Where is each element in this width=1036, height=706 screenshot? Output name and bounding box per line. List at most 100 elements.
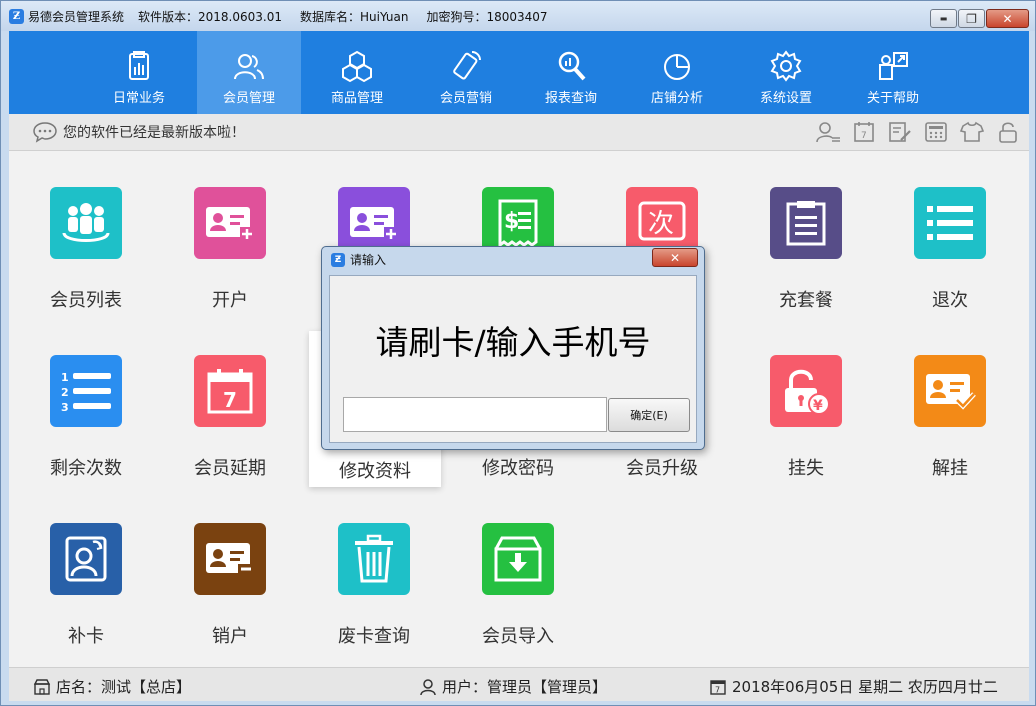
people-group-icon <box>50 187 122 259</box>
svg-text:次: 次 <box>648 209 674 239</box>
phone-icon <box>453 51 481 80</box>
tile-recharge-package[interactable]: 充套餐 <box>746 187 866 327</box>
replace-card-icon <box>50 523 122 595</box>
dialog-body: 请刷卡/输入手机号 确定(E) <box>329 275 697 443</box>
notice-bar: 您的软件已经是最新版本啦！ 7 <box>9 114 1029 151</box>
restore-icon: ❐ <box>966 11 977 26</box>
tile-label: 会员升级 <box>626 458 698 479</box>
svg-text:2: 2 <box>61 386 69 399</box>
title-bar: Ƶ 易德会员管理系统 软件版本：2018.0603.01 数据库名：HuiYua… <box>1 1 1035 31</box>
edit-note-icon[interactable] <box>887 120 913 144</box>
tile-replace-card[interactable]: 补卡 <box>26 523 146 663</box>
date-info: 7 2018年06月05日 星期二 农历四月廿二 <box>709 676 998 697</box>
package-icon <box>770 187 842 259</box>
cubes-icon <box>342 50 372 83</box>
app-logo-icon: Ƶ <box>9 8 24 24</box>
tile-report-loss[interactable]: ¥ 挂失 <box>746 355 866 495</box>
tile-label: 会员列表 <box>50 290 122 311</box>
close-button[interactable]: ✕ <box>986 9 1029 28</box>
nav-label: 会员营销 <box>439 91 492 106</box>
calendar-tool-icon[interactable]: 7 <box>851 120 877 144</box>
tile-label: 充套餐 <box>779 290 833 311</box>
close-icon: ✕ <box>669 250 681 265</box>
numbered-list-icon: 1 2 3 <box>50 355 122 427</box>
software-version: 软件版本：2018.0603.01 <box>138 9 282 24</box>
tile-label: 会员延期 <box>194 458 266 479</box>
card-phone-input[interactable] <box>343 397 607 432</box>
tile-label: 补卡 <box>68 626 104 647</box>
tile-member-extension[interactable]: 7 会员延期 <box>170 355 290 495</box>
tile-label: 销户 <box>212 626 248 647</box>
svg-text:$: $ <box>504 209 519 234</box>
quick-tools: 7 <box>805 120 1021 144</box>
shirt-icon[interactable] <box>959 120 985 144</box>
tile-label: 废卡查询 <box>338 626 410 647</box>
id-card-minus-icon <box>194 523 266 595</box>
nav-label: 关于帮助 <box>866 91 919 106</box>
lock-icon[interactable] <box>995 120 1021 144</box>
id-card-check-icon <box>914 355 986 427</box>
card-input-dialog: Ƶ 请输入 ✕ 请刷卡/输入手机号 确定(E) <box>321 246 705 450</box>
user-icon <box>420 678 436 695</box>
list-icon <box>914 187 986 259</box>
magnifier-chart-icon <box>558 51 586 81</box>
main-nav: 日常业务 会员管理 商品管理 会员营销 报表查询 店铺分析 系统设置 关于帮助 <box>9 31 1029 114</box>
tile-label: 修改密码 <box>482 458 554 479</box>
app-window: Ƶ 易德会员管理系统 软件版本：2018.0603.01 数据库名：HuiYua… <box>0 0 1036 706</box>
nav-label: 系统设置 <box>759 91 812 106</box>
svg-text:3: 3 <box>61 401 69 413</box>
nav-system-settings[interactable]: 系统设置 <box>734 31 838 114</box>
nav-product-management[interactable]: 商品管理 <box>305 31 409 114</box>
calculator-icon[interactable] <box>923 120 949 144</box>
id-card-plus-icon <box>194 187 266 259</box>
dongle-number: 加密狗号：18003407 <box>426 9 548 24</box>
tile-refund-times[interactable]: 退次 <box>890 187 1010 327</box>
nav-label: 会员管理 <box>222 91 275 106</box>
minimize-button[interactable]: ▬ <box>930 9 957 28</box>
tile-void-card-query[interactable]: 废卡查询 <box>314 523 434 663</box>
database-name: 数据库名：HuiYuan <box>300 9 409 24</box>
status-bar: 店名：测试【总店】 用户：管理员【管理员】 7 2018年06月05日 星期二 … <box>9 667 1029 701</box>
tile-unreport-loss[interactable]: 解挂 <box>890 355 1010 495</box>
tile-open-account[interactable]: 开户 <box>170 187 290 327</box>
users-icon <box>234 54 264 80</box>
tile-remaining-times[interactable]: 1 2 3 剩余次数 <box>26 355 146 495</box>
calendar-icon: 7 <box>710 679 726 695</box>
pie-chart-icon <box>664 54 690 80</box>
tile-label: 剩余次数 <box>50 458 122 479</box>
app-name: 易德会员管理系统 <box>28 9 125 24</box>
user-switch-icon[interactable] <box>815 120 841 144</box>
user-info: 用户：管理员【管理员】 <box>419 676 607 697</box>
nav-label: 店铺分析 <box>650 91 703 106</box>
nav-member-management[interactable]: 会员管理 <box>197 31 301 114</box>
notice-text: 您的软件已经是最新版本啦！ <box>63 125 245 141</box>
tile-label: 退次 <box>932 290 968 311</box>
confirm-button[interactable]: 确定(E) <box>608 398 690 432</box>
trash-icon <box>338 523 410 595</box>
clipboard-chart-icon <box>129 51 149 80</box>
current-date: 2018年06月05日 星期二 农历四月廿二 <box>732 678 998 696</box>
tile-member-list[interactable]: 会员列表 <box>26 187 146 327</box>
tile-label: 会员导入 <box>482 626 554 647</box>
nav-label: 商品管理 <box>330 91 383 106</box>
tile-label: 挂失 <box>788 458 824 479</box>
nav-member-marketing[interactable]: 会员营销 <box>414 31 518 114</box>
close-icon: ✕ <box>1002 11 1013 26</box>
nav-about-help[interactable]: 关于帮助 <box>841 31 945 114</box>
calendar-icon: 7 <box>194 355 266 427</box>
store-name: 店名：测试【总店】 <box>56 678 192 696</box>
dialog-title-bar: Ƶ 请输入 ✕ <box>322 247 704 272</box>
nav-daily-business[interactable]: 日常业务 <box>87 31 191 114</box>
nav-store-analysis[interactable]: 店铺分析 <box>625 31 729 114</box>
restore-button[interactable]: ❐ <box>958 9 985 28</box>
nav-report-query[interactable]: 报表查询 <box>519 31 623 114</box>
svg-text:1: 1 <box>61 371 69 384</box>
dialog-close-button[interactable]: ✕ <box>652 248 698 267</box>
tile-label: 修改资料 <box>339 461 411 482</box>
tile-label: 解挂 <box>932 458 968 479</box>
chat-bubble-icon <box>33 122 57 143</box>
tile-member-import[interactable]: 会员导入 <box>458 523 578 663</box>
tile-close-account[interactable]: 销户 <box>170 523 290 663</box>
import-box-icon <box>482 523 554 595</box>
store-info: 店名：测试【总店】 <box>33 676 191 697</box>
